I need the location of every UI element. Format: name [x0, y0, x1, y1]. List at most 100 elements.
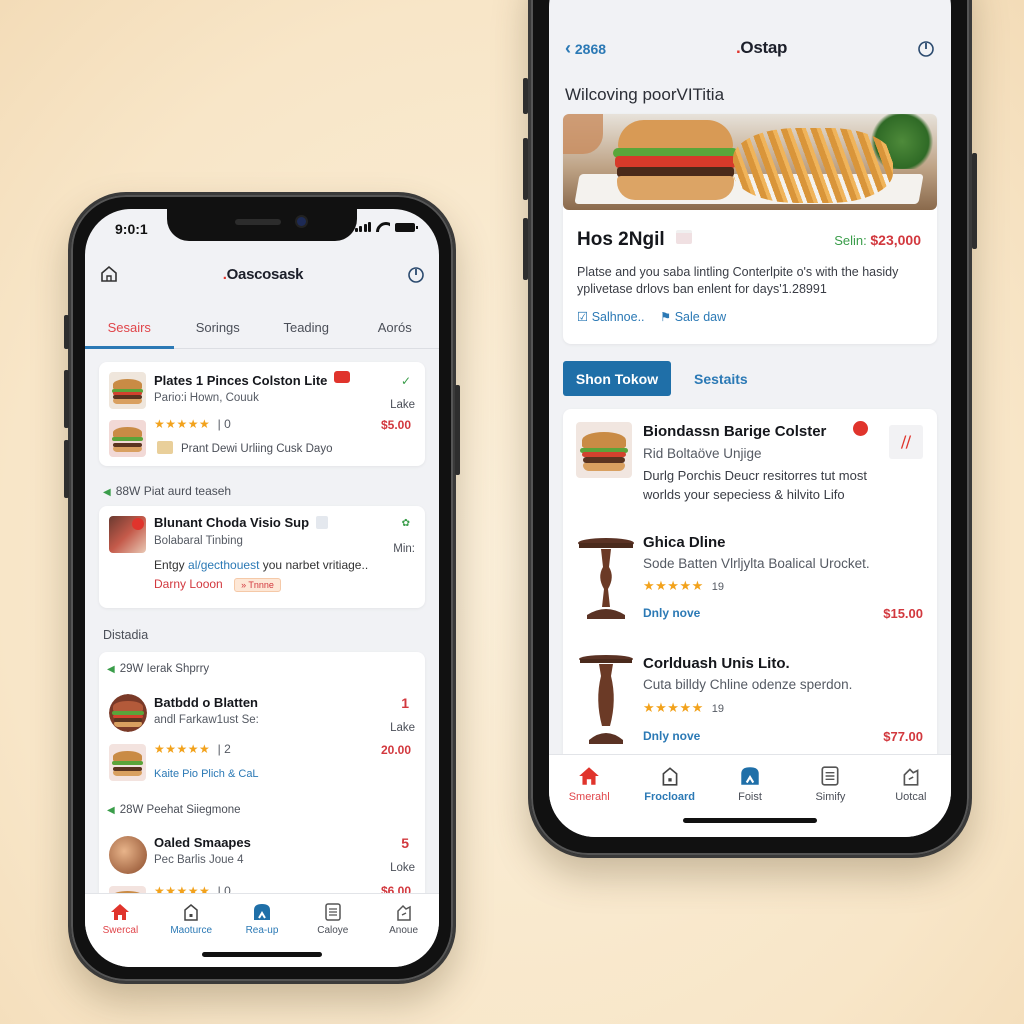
home-filled-icon: [111, 904, 130, 920]
item-description: Durlg Porchis Deucr resitorres tut most …: [643, 468, 867, 502]
post-link[interactable]: al/gecthouest: [188, 558, 259, 572]
pedestal-table-image: [579, 655, 633, 744]
play-badge: [132, 518, 144, 530]
nav-item-foist[interactable]: Foist: [710, 765, 790, 837]
post-avatar: [109, 516, 146, 553]
home-indicator[interactable]: [683, 818, 817, 823]
item-title: Biondassn Barige Colster: [643, 423, 827, 440]
tab-bar: Sesairs Sorings Teading Aorós: [85, 313, 439, 349]
flag-badge: [675, 230, 692, 244]
post-tag[interactable]: » Tnnne: [234, 578, 281, 592]
item-subtitle: Pec Barlis Joue 4: [154, 854, 244, 866]
home-icon[interactable]: [99, 264, 119, 284]
home-filled-icon: [579, 767, 600, 785]
status-icons: [354, 222, 418, 232]
timer-icon[interactable]: [917, 39, 935, 57]
post-card[interactable]: Blunant Choda Visio Sup Bolabaral Tinbin…: [99, 506, 425, 608]
page-title: Wilcoving poorVITitia: [565, 85, 725, 104]
item-title: Oaled Smaapes: [154, 835, 251, 850]
tag-icon: ⚑: [660, 310, 672, 324]
volume-down-button: [64, 440, 69, 498]
featured-image: [563, 114, 937, 210]
nav-item-rea-up[interactable]: Rea-up: [227, 902, 298, 967]
item-price: 20.00: [380, 743, 411, 757]
item-subtitle: Cuta billdy Chline odenze sperdon.: [643, 677, 853, 692]
back-button[interactable]: ‹ 2868: [565, 38, 606, 59]
list-icon: [821, 766, 839, 786]
leaf-icon: ✓: [400, 374, 411, 388]
nav-item-maoturce[interactable]: Maoturce: [156, 902, 227, 967]
note-icon: [157, 441, 173, 454]
item-price: $77.00: [883, 729, 923, 744]
pedestal-table-image: [578, 538, 634, 619]
section-heading: Distadia: [103, 628, 149, 642]
nav-item-caloye[interactable]: Caloye: [297, 902, 368, 967]
item-note-link[interactable]: Kaite Pio Plich & CaL: [154, 768, 259, 780]
star-rating: ★★★★★ | 2: [154, 742, 231, 756]
featured-title: Hos 2Ngil: [577, 229, 692, 251]
primary-button[interactable]: Shon Tokow: [563, 361, 671, 396]
star-rating: ★★★★★ | 0: [154, 417, 231, 431]
list-section-label: ◀ 28W Peehat Siiegmone: [107, 804, 241, 816]
item-price: $15.00: [883, 606, 923, 621]
item-subtitle: Sode Batten Vlrljylta Boalical Urocket.: [643, 556, 870, 571]
nav-item-uotcal[interactable]: Uotcal: [871, 765, 951, 837]
featured-description: Platse and you saba lintling Conterlpite…: [577, 265, 899, 296]
notch: [167, 209, 357, 241]
post-side-label: Min:: [393, 543, 415, 555]
battery-icon: [395, 223, 418, 232]
item-subtitle: Rid Boltaöve Unjige: [643, 446, 762, 461]
nav-item-smerahl[interactable]: Smerahl: [549, 765, 629, 837]
home-indicator[interactable]: [202, 952, 322, 957]
tab-sesairs[interactable]: Sesairs: [85, 313, 174, 349]
item-location: Lake: [390, 722, 415, 734]
app-header: .Oascosask: [85, 257, 439, 291]
burger-image: [109, 372, 146, 409]
star-rating: ★★★★★ 19: [643, 578, 725, 593]
bookmark-icon[interactable]: ⧸⧸: [889, 425, 923, 459]
item-status: Dnly nove: [643, 729, 701, 743]
nav-item-anoue[interactable]: Anoue: [368, 902, 439, 967]
item-thumbnail: [109, 836, 147, 874]
product-card[interactable]: Plates 1 Pinces Colston Lite Pario:i How…: [99, 362, 425, 466]
timer-icon[interactable]: [407, 265, 425, 283]
item-location: Loke: [390, 862, 415, 874]
signal-icon: [354, 222, 371, 232]
tab-teading[interactable]: Teading: [262, 313, 351, 348]
calendar-icon: ☑: [577, 310, 589, 324]
product-thumbnail-2: [109, 420, 146, 457]
item-thumbnail: [109, 694, 147, 732]
app-brand: .Ostap: [735, 38, 788, 57]
list-section-label: ◀ 29W Ierak Shprry: [107, 663, 210, 675]
save-action[interactable]: ☑ Salhnoe..: [577, 310, 645, 324]
profile-icon: [396, 904, 411, 921]
volume-down-button: [523, 218, 528, 280]
tab-sorings[interactable]: Sorings: [174, 313, 263, 348]
secondary-button[interactable]: Sestaits: [694, 371, 748, 387]
bottom-nav: Smerahl Frocloard Foist Simify Uotcal: [549, 754, 951, 837]
mute-switch: [523, 78, 528, 114]
phone-right: ‹ 2868 .Ostap Wilcoving poorVITitia Hos …: [523, 0, 977, 858]
featured-card[interactable]: Hos 2Ngil Selin: $23,000 Platse and you …: [563, 114, 937, 344]
item-subtitle: andl Farkaw1ust Se:: [154, 714, 259, 726]
product-note: Prant Dewi Urliing Cusk Dayo: [157, 441, 332, 455]
item-status: Dnly nove: [643, 606, 701, 620]
nav-item-swercal[interactable]: Swercal: [85, 902, 156, 967]
speaker: [235, 219, 281, 225]
item-quantity: 1: [401, 695, 409, 711]
power-button: [455, 385, 460, 475]
sale-action[interactable]: ⚑ Sale daw: [660, 310, 726, 324]
left-screen: 9:0:1 .Oascosask Sesairs Sorings Teading…: [85, 209, 439, 967]
item-title: Corlduash Unis Lito.: [643, 655, 790, 672]
tab-aoros[interactable]: Aorós: [351, 313, 440, 348]
mute-switch: [64, 315, 69, 349]
nav-item-frocloard[interactable]: Frocloard: [629, 765, 709, 837]
profile-icon: [903, 768, 919, 786]
post-description: Entgy al/gecthouest you narbet vritiage.…: [154, 558, 369, 572]
doc-icon: [315, 516, 328, 529]
item-thumbnail: [576, 422, 632, 478]
nav-item-simify[interactable]: Simify: [790, 765, 870, 837]
house-outline-icon: [662, 767, 678, 786]
app-header: ‹ 2868 .Ostap: [549, 33, 951, 63]
status-time: 9:0:1: [115, 221, 148, 237]
